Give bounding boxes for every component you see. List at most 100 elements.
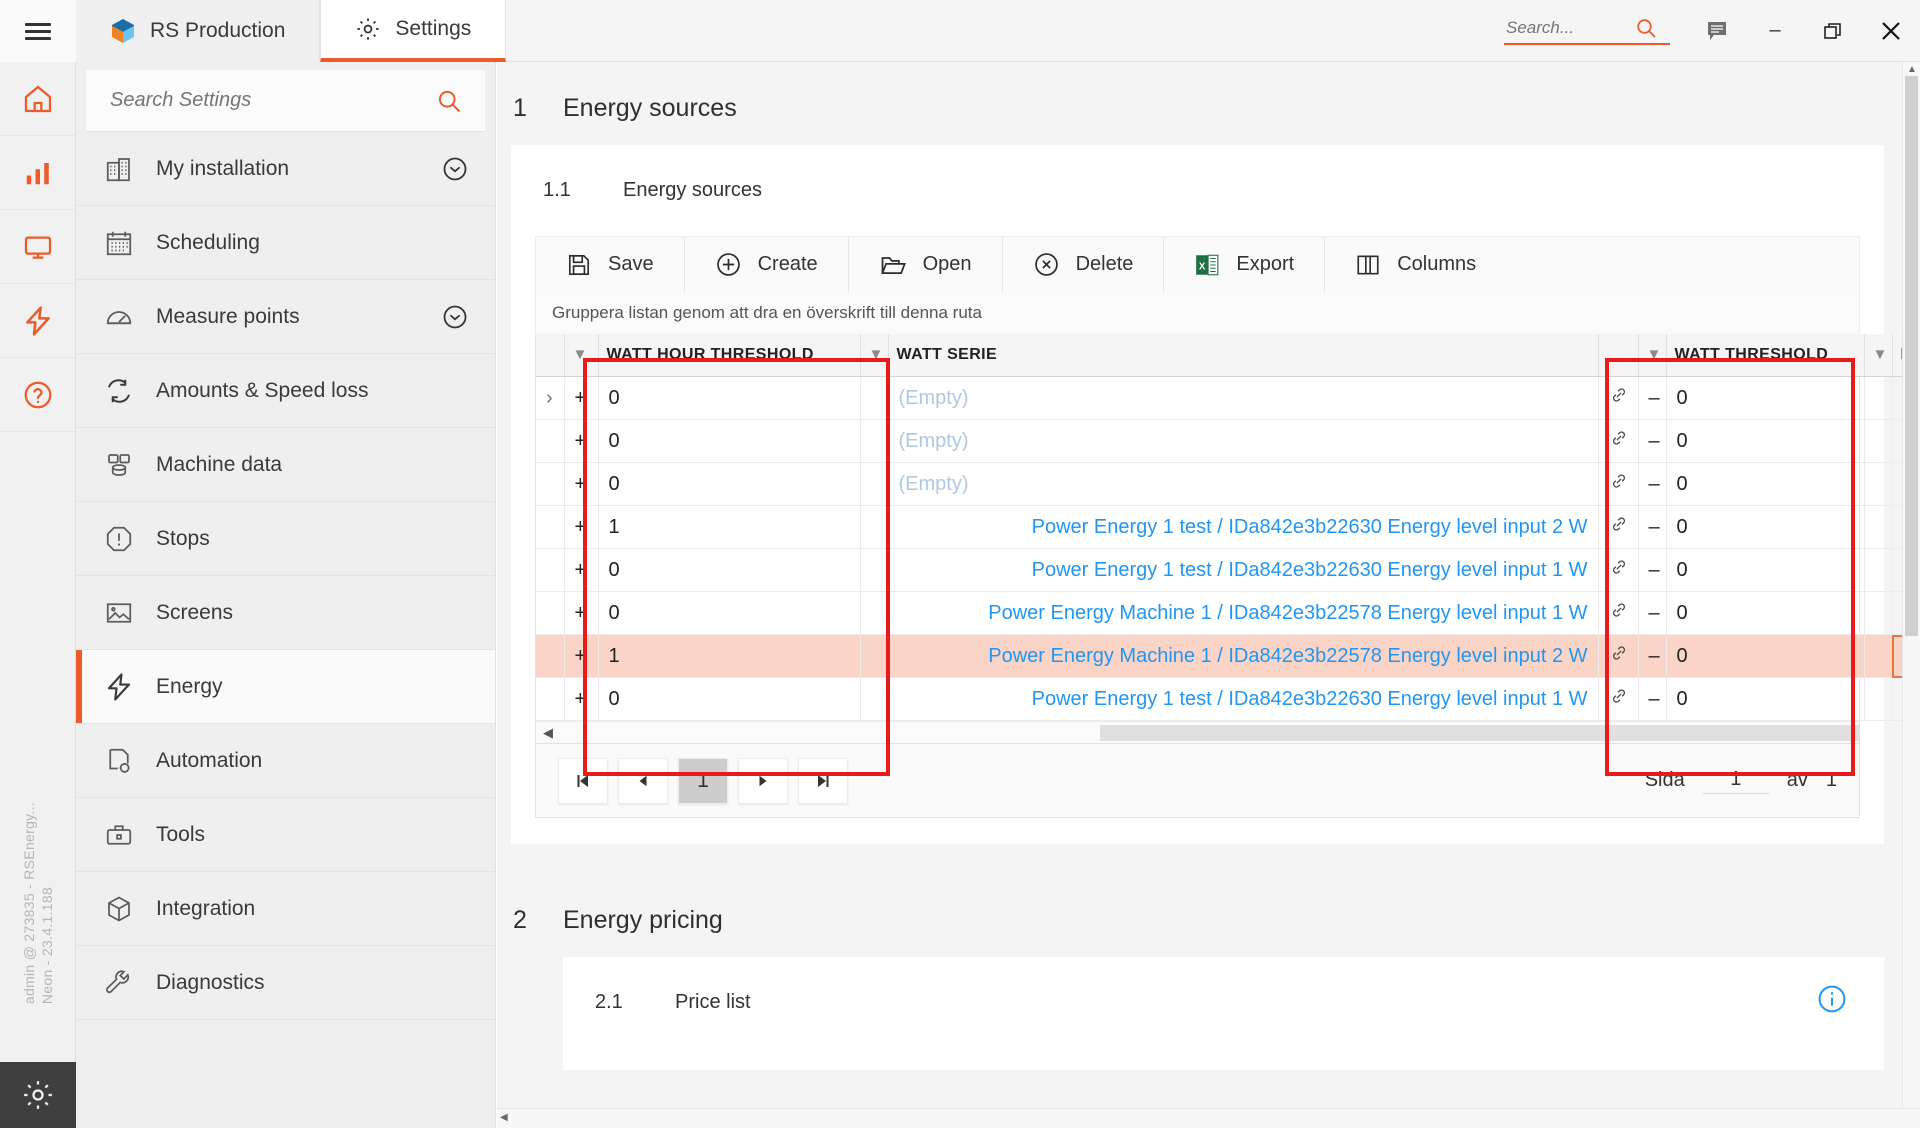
watt-serie-link[interactable]: Power Energy Machine 1 / IDa842e3b22578 … [899, 645, 1588, 668]
close-button[interactable] [1862, 0, 1920, 62]
cell-watt-serie[interactable]: (Empty) [888, 377, 1598, 420]
cell-dis[interactable]: 1 [1892, 678, 1902, 721]
next-page-button[interactable] [738, 758, 788, 804]
delete-button[interactable]: Delete [1003, 237, 1165, 292]
feedback-button[interactable] [1688, 0, 1746, 62]
row-add-icon[interactable]: + [564, 377, 598, 420]
watt-serie-link[interactable]: Power Energy Machine 1 / IDa842e3b22578 … [899, 602, 1588, 625]
link-icon[interactable] [1598, 635, 1638, 678]
cell-watt-serie[interactable]: Power Energy 1 test / IDa842e3b22630 Ene… [888, 549, 1598, 592]
header-filter-3[interactable]: ▼ [1638, 334, 1666, 377]
sidebar-item-automation[interactable]: Automation [76, 724, 495, 798]
info-circle-icon[interactable] [1816, 983, 1848, 1015]
cell-dis[interactable]: 0 [1892, 420, 1902, 463]
open-button[interactable]: Open [849, 237, 1003, 292]
cell-watt-serie[interactable]: Power Energy Machine 1 / IDa842e3b22578 … [888, 635, 1598, 678]
rail-item-monitor[interactable] [0, 210, 75, 284]
last-page-button[interactable] [798, 758, 848, 804]
row-expander[interactable] [536, 420, 564, 463]
row-add-icon[interactable]: + [564, 463, 598, 506]
table-row[interactable]: +1 Power Energy Machine 1 / IDa842e3b2257… [536, 635, 1902, 678]
search-icon[interactable] [1634, 16, 1658, 40]
row-add-icon[interactable]: + [564, 420, 598, 463]
cell-watt-hour-threshold[interactable]: 0 [598, 592, 860, 635]
row-expander[interactable] [536, 549, 564, 592]
sidebar-item-energy[interactable]: Energy [76, 650, 495, 724]
header-filter-1[interactable]: ▼ [564, 334, 598, 377]
rail-item-help[interactable] [0, 358, 75, 432]
cell-dis[interactable]: 1 [1892, 506, 1902, 549]
filter-icon[interactable]: ▼ [869, 346, 884, 363]
row-expander[interactable] [536, 592, 564, 635]
first-page-button[interactable] [558, 758, 608, 804]
cell-watt-serie[interactable]: Power Energy Machine 1 / IDa842e3b22578 … [888, 592, 1598, 635]
sidebar-item-integration[interactable]: Integration [76, 872, 495, 946]
grid-horizontal-scrollbar[interactable]: ◀ ▶ [536, 721, 1859, 743]
page-vscroll-thumb[interactable] [1905, 76, 1918, 636]
sidebar-item-machine-data[interactable]: Machine data [76, 428, 495, 502]
link-icon[interactable] [1598, 377, 1638, 420]
rail-item-energy[interactable] [0, 284, 75, 358]
cell-watt-hour-threshold[interactable]: 0 [598, 420, 860, 463]
chevron-down-icon[interactable] [441, 303, 469, 331]
rail-settings-button[interactable] [0, 1062, 76, 1128]
grid-hscroll-thumb[interactable] [1100, 725, 1860, 741]
table-row[interactable]: +0 Power Energy 1 test / IDa842e3b22630 E… [536, 678, 1902, 721]
cell-dis[interactable]: 1 [1892, 635, 1902, 678]
cell-dis[interactable]: 1 [1892, 549, 1902, 592]
cell-watt-hour-threshold[interactable]: 0 [598, 678, 860, 721]
cell-watt-threshold[interactable]: 0 [1666, 678, 1864, 721]
table-row[interactable]: ›+0(Empty)–00 [536, 377, 1902, 420]
cell-watt-threshold[interactable]: 0 [1666, 592, 1864, 635]
tab-rs-production[interactable]: RS Production [76, 0, 320, 62]
filter-icon[interactable]: ▼ [1873, 346, 1888, 363]
restore-button[interactable] [1804, 0, 1862, 62]
table-row[interactable]: +0(Empty)–00 [536, 420, 1902, 463]
header-filter-4[interactable]: ▼ [1864, 334, 1892, 377]
cell-dis[interactable]: 0 [1892, 463, 1902, 506]
table-row[interactable]: +1Power Energy 1 test / IDa842e3b22630 E… [536, 506, 1902, 549]
row-expander[interactable] [536, 506, 564, 549]
watt-serie-link[interactable]: Power Energy 1 test / IDa842e3b22630 Ene… [899, 516, 1588, 539]
cell-watt-threshold[interactable]: 0 [1666, 506, 1864, 549]
watt-serie-link[interactable]: Power Energy 1 test / IDa842e3b22630 Ene… [899, 688, 1588, 711]
tab-settings[interactable]: Settings [320, 0, 506, 62]
link-icon[interactable] [1598, 549, 1638, 592]
cell-watt-serie[interactable]: (Empty) [888, 463, 1598, 506]
cell-watt-threshold[interactable]: 0 [1666, 377, 1864, 420]
scroll-left-icon[interactable]: ◀ [536, 725, 560, 741]
settings-search[interactable] [86, 70, 485, 132]
cell-watt-hour-threshold[interactable]: 0 [598, 549, 860, 592]
watt-serie-link[interactable]: Power Energy 1 test / IDa842e3b22630 Ene… [899, 559, 1588, 582]
export-button[interactable]: X Export [1164, 237, 1325, 292]
sidebar-item-stops[interactable]: Stops [76, 502, 495, 576]
previous-page-button[interactable] [618, 758, 668, 804]
sidebar-item-tools[interactable]: Tools [76, 798, 495, 872]
page-input[interactable]: 1 [1703, 768, 1769, 794]
search-input[interactable] [1504, 17, 1634, 39]
row-expander[interactable] [536, 635, 564, 678]
cell-watt-serie[interactable]: Power Energy 1 test / IDa842e3b22630 Ene… [888, 506, 1598, 549]
columns-button[interactable]: Columns [1325, 237, 1506, 292]
rail-item-analytics[interactable] [0, 136, 75, 210]
sidebar-item-my-installation[interactable]: My installation [76, 132, 495, 206]
sidebar-item-amounts-speed-loss[interactable]: Amounts & Speed loss [76, 354, 495, 428]
row-add-icon[interactable]: + [564, 678, 598, 721]
filter-icon[interactable]: ▼ [573, 346, 588, 363]
table-row[interactable]: +0(Empty)–00 [536, 463, 1902, 506]
row-expander[interactable] [536, 678, 564, 721]
global-search[interactable] [1504, 16, 1670, 45]
header-filter-2[interactable]: ▼ [860, 334, 888, 377]
cell-watt-threshold[interactable]: 0 [1666, 420, 1864, 463]
header-watt-threshold[interactable]: WATT THRESHOLD [1666, 334, 1864, 377]
page-horizontal-scrollbar[interactable]: ◀ [497, 1108, 1920, 1128]
search-icon[interactable] [435, 87, 463, 115]
grid-hscroll-track[interactable] [560, 725, 1835, 741]
sidebar-item-measure-points[interactable]: Measure points [76, 280, 495, 354]
group-drop-area[interactable]: Gruppera listan genom att dra en överskr… [535, 292, 1860, 334]
row-add-icon[interactable]: + [564, 635, 598, 678]
scroll-left-icon[interactable]: ◀ [500, 1112, 508, 1123]
cell-dis[interactable]: 1 [1892, 592, 1902, 635]
cell-watt-hour-threshold[interactable]: 0 [598, 463, 860, 506]
page-vertical-scrollbar[interactable]: ▲ ▼ [1902, 62, 1920, 1128]
